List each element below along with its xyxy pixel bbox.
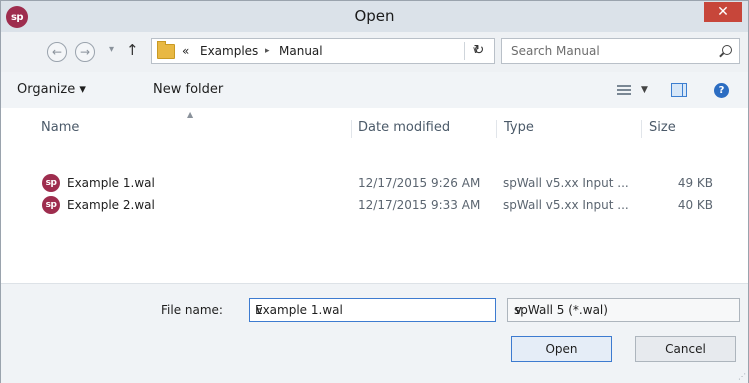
help-icon[interactable]: ? [714, 83, 729, 98]
breadcrumb-separator[interactable]: ▸ [265, 39, 270, 63]
file-type-dropdown-icon[interactable]: ∨ [514, 299, 733, 321]
breadcrumb-item-examples[interactable]: Examples [200, 39, 258, 63]
details-view-icon[interactable] [617, 85, 631, 96]
spwall-file-icon: sp [42, 174, 60, 192]
file-name: Example 2.wal [67, 198, 155, 212]
file-date-modified: 12/17/2015 9:26 AM [358, 176, 481, 190]
file-size: 40 KB [677, 198, 713, 212]
column-divider[interactable] [641, 120, 642, 138]
close-button[interactable]: ✕ [704, 2, 742, 22]
title-bar[interactable]: sp Open ✕ [1, 1, 748, 32]
spwall-file-icon: sp [42, 196, 60, 214]
command-toolbar: Organize ▾ New folder ▼ ? [1, 72, 748, 109]
breadcrumb-item-manual[interactable]: Manual [279, 39, 323, 63]
open-button[interactable]: Open [511, 336, 612, 362]
file-name-dropdown-icon[interactable]: ∨ [255, 299, 489, 321]
view-options-dropdown-icon[interactable]: ▼ [641, 72, 648, 108]
column-header-name[interactable]: Name [41, 108, 79, 148]
column-divider[interactable] [351, 120, 352, 138]
recent-locations-dropdown-icon[interactable]: ▾ [109, 44, 114, 55]
file-size: 49 KB [677, 176, 713, 190]
search-icon[interactable] [722, 45, 732, 55]
file-type-select[interactable]: spWall 5 (*.wal) ∨ [507, 298, 740, 322]
resize-grip-icon[interactable]: ⋰ [738, 372, 746, 381]
column-header-date-modified[interactable]: Date modified [358, 108, 450, 148]
column-divider[interactable] [496, 120, 497, 138]
new-folder-button[interactable]: New folder [153, 72, 223, 108]
organize-button[interactable]: Organize ▾ [17, 72, 86, 108]
back-button[interactable]: ← [47, 42, 67, 62]
file-name-field[interactable]: Example 1.wal ∨ [249, 298, 496, 322]
cancel-button[interactable]: Cancel [635, 336, 736, 362]
file-type: spWall v5.xx Input ... [503, 198, 629, 212]
file-name: Example 1.wal [67, 176, 155, 190]
refresh-icon[interactable]: ↻ [467, 38, 491, 64]
address-bar[interactable]: « Examples ▸ Manual ∨ [151, 38, 495, 64]
search-input[interactable]: Search Manual [511, 39, 600, 63]
window-title: Open [354, 7, 395, 25]
file-list: ▲ Name Date modified Type Size sp Exampl… [1, 108, 748, 283]
preview-pane-icon[interactable] [671, 83, 687, 97]
up-folder-button[interactable]: ↑ [126, 41, 139, 59]
forward-button[interactable]: → [75, 42, 95, 62]
column-header-size[interactable]: Size [649, 108, 676, 148]
breadcrumb-overflow[interactable]: « [182, 39, 189, 63]
file-date-modified: 12/17/2015 9:33 AM [358, 198, 481, 212]
sort-indicator-icon: ▲ [187, 110, 194, 119]
address-divider [464, 42, 465, 60]
file-row[interactable]: sp Example 2.wal 12/17/2015 9:33 AM spWa… [37, 194, 737, 216]
navigation-bar: ← → ▾ ↑ « Examples ▸ Manual ∨ ↻ Search M… [1, 32, 748, 72]
column-header-type[interactable]: Type [504, 108, 534, 148]
search-box[interactable]: Search Manual [501, 38, 740, 64]
file-name-label: File name: [161, 303, 223, 317]
open-dialog: sp Open ✕ ← → ▾ ↑ « Examples ▸ Manual ∨ … [0, 0, 749, 383]
file-type: spWall v5.xx Input ... [503, 176, 629, 190]
folder-icon [157, 41, 175, 59]
footer-panel: File name: Example 1.wal ∨ spWall 5 (*.w… [1, 283, 748, 383]
file-row[interactable]: sp Example 1.wal 12/17/2015 9:26 AM spWa… [37, 172, 737, 194]
